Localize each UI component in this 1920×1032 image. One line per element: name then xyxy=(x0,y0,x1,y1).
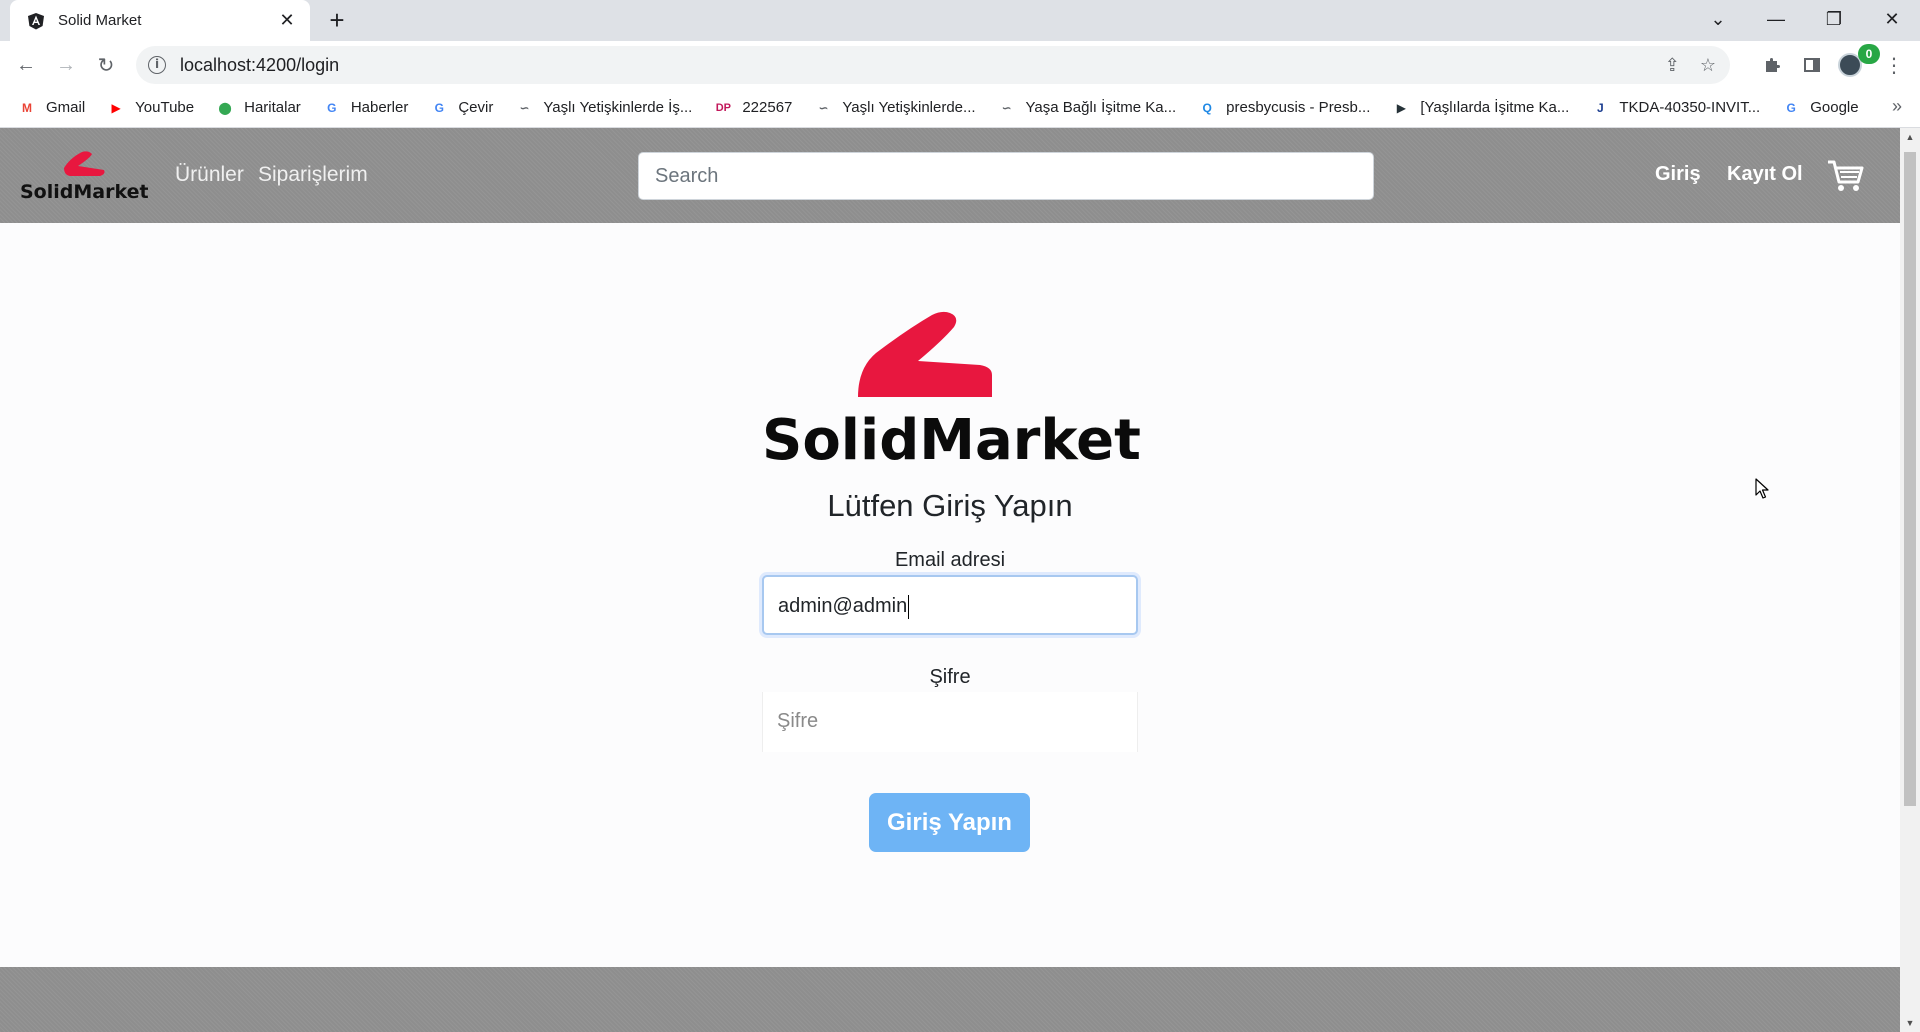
bookmark-label: Haberler xyxy=(350,99,409,116)
scroll-down-icon[interactable]: ▼ xyxy=(1900,1014,1920,1032)
scroll-thumb[interactable] xyxy=(1904,152,1916,806)
side-panel-icon[interactable] xyxy=(1796,49,1828,81)
j-icon: J xyxy=(1596,100,1604,115)
youtube-icon: ▶ xyxy=(111,100,121,115)
scroll-up-icon[interactable]: ▲ xyxy=(1900,128,1920,146)
bookmark-label: Yaşa Bağlı İşitme Ka... xyxy=(1025,99,1177,116)
bookmark-star-icon[interactable]: ☆ xyxy=(1700,55,1716,76)
bookmark-label: YouTube xyxy=(135,99,195,116)
news-icon: G xyxy=(327,100,337,115)
share-icon[interactable]: ⇪ xyxy=(1665,55,1680,76)
address-bar[interactable]: i localhost:4200/login ⇪ ☆ xyxy=(136,46,1730,84)
bookmark-label: TKDA-40350-INVIT... xyxy=(1619,99,1761,116)
login-submit-button[interactable]: Giriş Yapın xyxy=(869,793,1030,852)
link-icon: ∽ xyxy=(818,100,829,115)
bookmark-item[interactable]: DP 222567 xyxy=(714,99,793,117)
password-field[interactable]: Şifre xyxy=(762,692,1138,752)
dp-icon: DP xyxy=(715,101,731,114)
nav-register-link[interactable]: Kayıt Ol xyxy=(1727,163,1803,186)
bookmark-label: Gmail xyxy=(46,99,86,116)
close-window-button[interactable]: ✕ xyxy=(1864,0,1920,38)
svg-text:SolidMarket: SolidMarket xyxy=(20,181,148,203)
more-bookmarks-icon[interactable]: » xyxy=(1892,96,1902,117)
gmail-icon: M xyxy=(22,100,32,115)
q-icon: Q xyxy=(1202,100,1212,115)
bookmark-item[interactable]: G Çevir xyxy=(430,99,494,117)
bookmark-label: Yaşlı Yetişkinlerde İş... xyxy=(543,99,693,116)
google-icon: G xyxy=(1786,100,1796,115)
angular-favicon-icon xyxy=(26,11,46,31)
bookmark-label: presbycusis - Presb... xyxy=(1226,99,1371,116)
minimize-button[interactable]: — xyxy=(1748,0,1804,38)
bookmark-item[interactable]: ▶ [Yaşlılarda İşitme Ka... xyxy=(1392,99,1570,117)
bookmark-item[interactable]: G Haberler xyxy=(323,99,409,117)
bookmark-label: Google xyxy=(1810,99,1859,116)
cart-icon[interactable] xyxy=(1826,158,1866,194)
bookmark-item[interactable]: J TKDA-40350-INVIT... xyxy=(1591,99,1760,117)
link-icon: ∽ xyxy=(1001,100,1012,115)
back-arrow-icon[interactable]: ← xyxy=(10,49,42,81)
site-info-icon[interactable]: i xyxy=(148,56,166,74)
email-value: admin@admin xyxy=(778,595,908,617)
bookmark-item[interactable]: G Google xyxy=(1782,99,1859,117)
extensions-puzzle-icon[interactable] xyxy=(1756,49,1788,81)
new-tab-button[interactable]: + xyxy=(322,6,352,36)
bookmark-item[interactable]: ▶ YouTube xyxy=(107,99,195,117)
nav-link-orders[interactable]: Siparişlerim xyxy=(258,163,368,187)
login-title: Lütfen Giriş Yapın xyxy=(827,488,1073,523)
text-caret xyxy=(908,594,910,619)
restore-button[interactable]: ❐ xyxy=(1806,0,1862,38)
email-label: Email adresi xyxy=(894,549,1006,571)
tab-title: Solid Market xyxy=(58,12,142,29)
link-icon: ∽ xyxy=(519,100,530,115)
bookmark-item[interactable]: ∽ Yaşlı Yetişkinlerde... xyxy=(814,99,975,117)
nav-link-products[interactable]: Ürünler xyxy=(175,163,244,187)
reload-icon[interactable]: ↻ xyxy=(90,49,122,81)
tab-search-chevron-icon[interactable]: ⌄ xyxy=(1690,0,1746,38)
main-logo: SolidMarket xyxy=(762,311,1140,465)
search-input[interactable]: Search xyxy=(638,152,1374,200)
site-footer xyxy=(0,967,1900,1032)
bookmark-label: [Yaşlılarda İşitme Ka... xyxy=(1420,99,1570,116)
email-field[interactable]: admin@admin xyxy=(762,575,1138,635)
tab-close-icon[interactable]: ✕ xyxy=(276,10,298,31)
mouse-pointer-icon xyxy=(1755,478,1769,499)
browser-toolbar: ← → ↻ i localhost:4200/login ⇪ ☆ ⋮ xyxy=(0,41,1920,88)
chrome-menu-icon[interactable]: ⋮ xyxy=(1878,49,1910,81)
nav-login-link[interactable]: Giriş xyxy=(1655,163,1701,186)
browser-tab[interactable]: Solid Market ✕ xyxy=(10,0,310,41)
page-scrollbar[interactable]: ▲ ▼ xyxy=(1900,128,1920,1032)
bookmark-item[interactable]: Qpresbycusis - Presb... xyxy=(1198,99,1370,117)
site-navbar: SolidMarket Ürünler Siparişlerim Search … xyxy=(0,128,1900,223)
bookmark-item[interactable]: M Gmail xyxy=(18,99,85,117)
bookmark-item[interactable]: ⬤ Haritalar xyxy=(216,99,301,117)
bookmark-label: Çevir xyxy=(458,99,494,116)
bookmark-label: Yaşlı Yetişkinlerde... xyxy=(842,99,976,116)
bookmark-item[interactable]: ∽ Yaşlı Yetişkinlerde İş... xyxy=(515,99,692,117)
url-text[interactable]: localhost:4200/login xyxy=(180,55,1665,76)
translate-icon: G xyxy=(434,100,445,115)
doc-icon: ▶ xyxy=(1396,100,1406,115)
brand-logo[interactable]: SolidMarket xyxy=(20,148,148,204)
bookmark-label: Haritalar xyxy=(244,99,301,116)
browser-tabstrip: Solid Market ✕ + ⌄ — ❐ ✕ xyxy=(0,0,1920,41)
cart-count-badge: 0 xyxy=(1858,44,1880,64)
maps-icon: ⬤ xyxy=(218,100,232,115)
bookmarks-bar: M Gmail ▶ YouTube ⬤ Haritalar G Haberler G Çevir ∽… xyxy=(0,88,1920,128)
password-label: Şifre xyxy=(929,666,971,688)
bookmark-label: 222567 xyxy=(742,99,793,116)
forward-arrow-icon[interactable]: → xyxy=(50,49,82,81)
bookmark-item[interactable]: ∽ Yaşa Bağlı İşitme Ka... xyxy=(998,99,1177,117)
svg-text:SolidMarket: SolidMarket xyxy=(762,408,1140,465)
